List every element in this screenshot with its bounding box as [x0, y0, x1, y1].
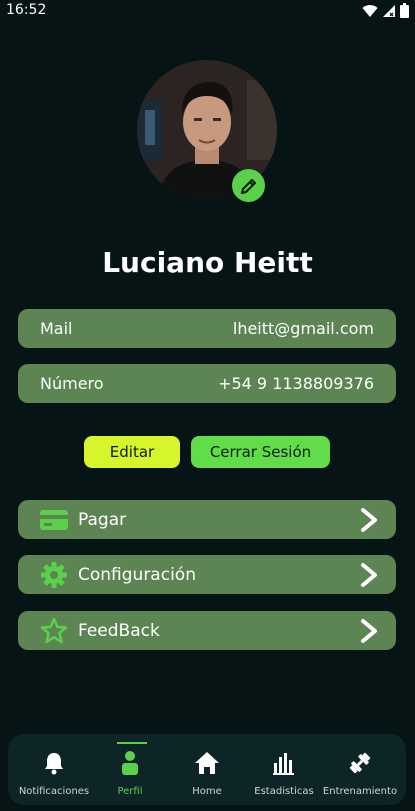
- star-icon: [38, 617, 70, 644]
- nav-label: Home: [192, 786, 222, 797]
- pencil-icon: [240, 178, 256, 194]
- user-icon: [120, 750, 140, 776]
- mail-row: Mail lheitt@gmail.com: [18, 309, 396, 348]
- nav-item-entrenamiento[interactable]: Entrenamiento: [320, 734, 400, 805]
- nav-item-notificaciones[interactable]: Notificaciones: [14, 734, 94, 805]
- status-time: 16:52: [6, 2, 47, 18]
- logout-button[interactable]: Cerrar Sesión: [191, 436, 330, 468]
- chevron-right-icon: [361, 619, 377, 643]
- phone-row: Número +54 9 1138809376: [18, 364, 396, 403]
- bottom-nav: Notificaciones Perfil Home Estadisticas …: [8, 734, 406, 805]
- profile-name: Luciano Heitt: [102, 246, 313, 279]
- status-bar: 16:52: [0, 0, 415, 22]
- edit-button[interactable]: Editar: [84, 436, 180, 468]
- edit-avatar-button[interactable]: [232, 169, 265, 202]
- chevron-right-icon: [361, 563, 377, 587]
- menu-item-configuracion[interactable]: Configuración: [18, 555, 396, 594]
- mail-value: lheitt@gmail.com: [232, 319, 374, 338]
- active-indicator: [117, 742, 147, 744]
- nav-item-perfil[interactable]: Perfil: [90, 734, 170, 805]
- menu-item-label: Pagar: [78, 509, 127, 530]
- menu-item-feedback[interactable]: FeedBack: [18, 611, 396, 650]
- bell-icon: [43, 750, 65, 776]
- mail-label: Mail: [40, 319, 73, 338]
- menu-item-label: FeedBack: [78, 620, 160, 641]
- status-icons: [362, 3, 409, 18]
- menu-item-label: Configuración: [78, 564, 196, 585]
- chevron-right-icon: [361, 508, 377, 532]
- bar-chart-icon: [273, 750, 295, 776]
- nav-item-estadisticas[interactable]: Estadisticas: [244, 734, 324, 805]
- nav-label: Entrenamiento: [322, 786, 398, 797]
- home-icon: [194, 750, 220, 776]
- credit-card-icon: [38, 507, 70, 533]
- phone-label: Número: [40, 374, 104, 393]
- battery-icon: [400, 3, 409, 18]
- signal-icon: [383, 4, 395, 17]
- nav-item-home[interactable]: Home: [167, 734, 247, 805]
- avatar-container: [137, 60, 277, 202]
- phone-value: +54 9 1138809376: [218, 374, 374, 393]
- gear-icon: [38, 561, 70, 588]
- menu-item-pagar[interactable]: Pagar: [18, 500, 396, 539]
- nav-label: Estadisticas: [254, 786, 314, 797]
- nav-label: Perfil: [117, 786, 143, 797]
- wifi-icon: [362, 4, 378, 17]
- nav-label: Notificaciones: [18, 786, 90, 797]
- training-icon: [347, 750, 373, 776]
